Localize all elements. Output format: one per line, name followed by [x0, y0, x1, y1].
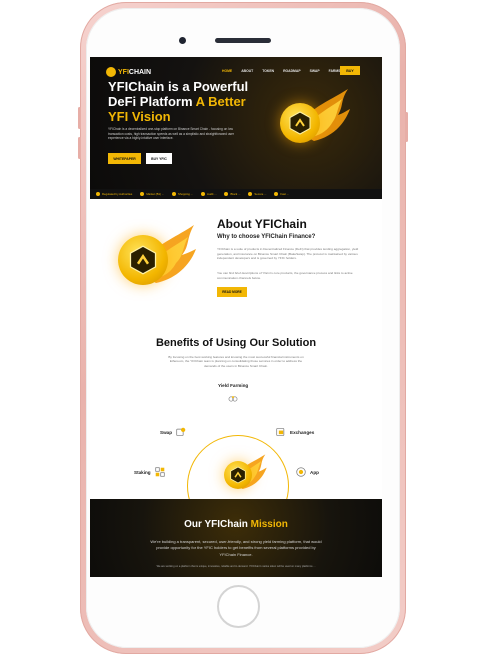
hero-description: YFIChain is a decentralized one-stop pla… [108, 127, 234, 141]
ticker-item: Shopping ... [172, 192, 193, 196]
swap-icon [176, 427, 186, 436]
nav-links: HOME ABOUT TOKEN ROADMAP SWAP FARMS [222, 69, 340, 73]
ticker-icon [172, 192, 177, 196]
phone-screen: YFICHAIN HOME ABOUT TOKEN ROADMAP SWAP F… [90, 57, 382, 577]
logo-prefix: YFI [118, 68, 129, 76]
feature-label: Swap [160, 429, 172, 435]
about-paragraph: You can find brief descriptions of Yfarm… [217, 271, 353, 280]
mission-footnote: We are working on a platform that is uni… [156, 565, 316, 568]
about-title: About YFIChain [217, 217, 307, 231]
nav-home[interactable]: HOME [222, 69, 232, 73]
buy-yfic-button[interactable]: BUY YFIC [146, 153, 172, 164]
mission-paragraph: We're building a transparent, secured, u… [150, 539, 322, 557]
benefits-title: Benefits of Using Our Solution [155, 337, 317, 349]
ticker-item: Market (B1) ... [140, 192, 164, 196]
ticker-icon [96, 192, 100, 196]
ticker-item: Regulated by Authorities [96, 192, 132, 196]
hero-title-line2: DeFi Platform [108, 94, 193, 109]
feature-yield-farming[interactable]: Yield Farming [218, 383, 248, 404]
feature-swap[interactable]: Swap [160, 427, 186, 437]
feature-label: Staking [134, 469, 151, 475]
exchange-icon [276, 428, 285, 436]
about-paragraph: YFIChain is a suite of products in Decen… [217, 247, 359, 260]
yficoin-icon [118, 235, 168, 285]
mission-title: Our YFIChain Mission [184, 519, 288, 530]
whitepaper-button[interactable]: WHITEPAPER [108, 153, 141, 164]
about-subtitle: Why to choose YFIChain Finance? [217, 234, 316, 240]
hero-title-line3: YFI Vision [108, 109, 171, 124]
front-camera [179, 37, 186, 44]
volume-down-button [78, 137, 81, 159]
nav-about[interactable]: ABOUT [241, 69, 253, 73]
benefits-description: By focusing on the best working features… [168, 355, 304, 368]
earpiece-speaker [215, 38, 271, 43]
feature-app[interactable]: App [296, 467, 319, 477]
logo-suffix: CHAIN [128, 68, 152, 76]
yficoin-icon [280, 103, 320, 143]
yield-farming-icon [228, 396, 238, 402]
logo-icon [106, 67, 116, 77]
nav-swap[interactable]: SWAP [310, 69, 320, 73]
feature-label: Yield Farming [218, 383, 249, 388]
ticker-icon [140, 192, 145, 196]
nav-farms[interactable]: FARMS [329, 69, 341, 73]
feature-label: Exchanges [290, 429, 315, 435]
feature-exchanges[interactable]: Exchanges [276, 427, 314, 437]
power-button [405, 112, 408, 142]
feature-label: App [310, 469, 319, 475]
yficoin-icon [224, 461, 252, 489]
logo[interactable]: YFICHAIN [106, 67, 151, 77]
hero-title-highlight: A Better [195, 94, 246, 109]
nav-roadmap[interactable]: ROADMAP [283, 69, 301, 73]
mission-section: Our YFIChain Mission We're building a tr… [90, 499, 382, 577]
ticker-item: Fast ... [274, 192, 289, 196]
ticker-item: Audit ... [200, 192, 216, 196]
feature-staking[interactable]: Staking [134, 467, 165, 477]
ticker-icon [248, 192, 253, 196]
ticker-icon [200, 192, 205, 196]
ticker-icon [224, 192, 229, 196]
nav-buy-button[interactable]: BUY [340, 66, 360, 75]
hero-section: YFICHAIN HOME ABOUT TOKEN ROADMAP SWAP F… [90, 57, 382, 189]
staking-icon [154, 467, 165, 477]
ticker-icon [274, 192, 279, 196]
nav-token[interactable]: TOKEN [262, 69, 274, 73]
app-icon [296, 467, 306, 477]
read-more-button[interactable]: READ MORE [217, 287, 247, 297]
hero-title: YFIChain is a Powerful DeFi Platform A B… [108, 79, 258, 124]
price-ticker: Regulated by Authorities Market (B1) ...… [90, 189, 382, 199]
ticker-item: Secure ... [248, 192, 266, 196]
top-nav: YFICHAIN HOME ABOUT TOKEN ROADMAP SWAP F… [90, 57, 382, 81]
ticker-item: Block ... [224, 192, 240, 196]
volume-up-button [78, 107, 81, 129]
home-button[interactable] [217, 585, 260, 628]
hero-title-line1: YFIChain is a Powerful [108, 79, 249, 94]
